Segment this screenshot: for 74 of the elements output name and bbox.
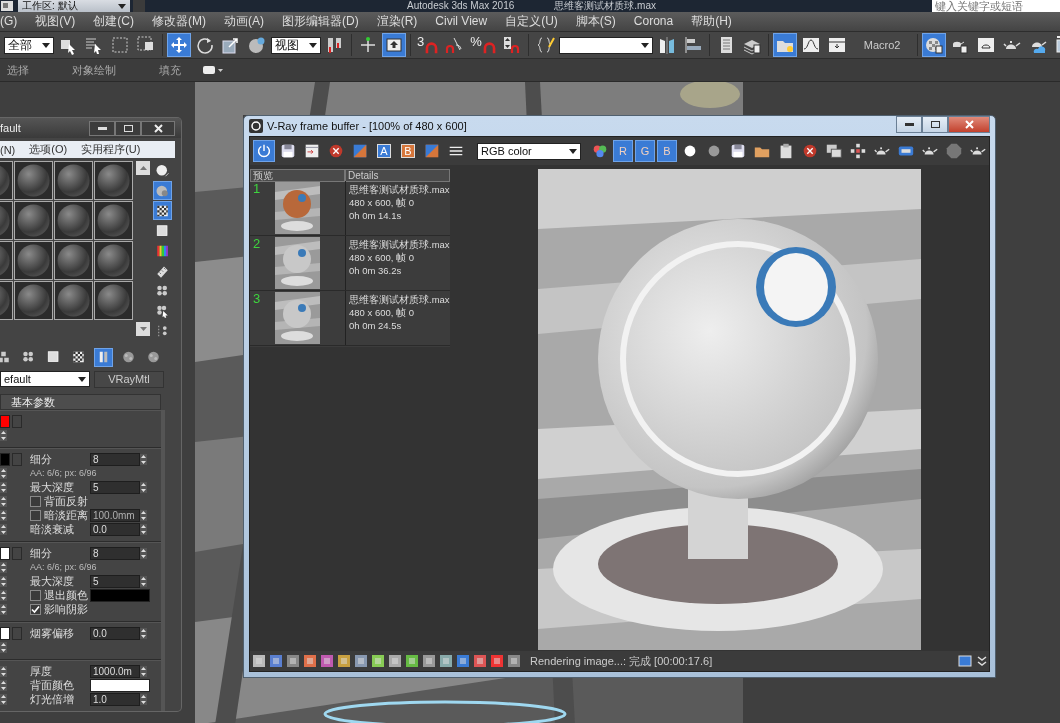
status-text: Rendering image...: 完成 [00:00:17.6] [530,653,714,669]
file-name: 思维客测试材质球.max [554,0,656,12]
column-header[interactable]: Details [345,169,450,182]
param-label: 细分 [30,545,53,561]
param-label: 影响阴影 [44,601,88,617]
material-name-field[interactable]: efault [0,371,90,387]
param-label: 厚度 [30,663,53,679]
ribbon-tab[interactable]: 选择 [0,59,51,81]
file-name: 思维客测试材质球.max [349,184,450,196]
file-name: 思维客测试材质球.max [349,294,450,306]
number-field[interactable]: 1.0 [90,692,140,706]
render-time: 0h 0m 36.2s [349,265,403,277]
param-label: 细分 [30,451,53,467]
menu-item[interactable]: 脚本(S) [566,12,625,31]
menu-item[interactable]: Corona [624,12,683,31]
ribbon-tab[interactable]: 填充 [152,59,203,81]
menu-item[interactable]: Civil View [426,12,497,31]
image-size: 480 x 600, 帧 0 [349,307,415,319]
dropdown[interactable]: 全部 [4,36,54,54]
number-field[interactable]: 8 [90,452,140,466]
number-field[interactable]: 1000.0m [90,664,140,678]
menu-item[interactable]: 选项(O) [23,142,76,157]
text-button[interactable]: Macro2 [850,33,914,57]
channel-dropdown[interactable]: RGB color [477,142,581,160]
toolbar-button[interactable]: % [468,33,498,57]
dropdown[interactable]: 视图 [271,36,321,54]
file-name: 思维客测试材质球.max [349,239,450,251]
render-time: 0h 0m 24.5s [349,320,403,332]
search-field[interactable]: 键入关键字或短语 [932,0,1060,12]
info-text: AA: 6/6; px: 6/96 [30,468,98,478]
image-size: 480 x 600, 帧 0 [349,197,415,209]
window-title: Autodesk 3ds Max 2016 [407,0,515,12]
window-title: V-Ray frame buffer - [100% of 480 x 600] [267,120,468,132]
menu-item[interactable]: 渲染(R) [367,12,427,31]
window-title: fault [0,122,22,134]
row-number: 3 [252,291,262,308]
param-label: 最大深度 [30,479,75,495]
param-label: 最大深度 [30,573,75,589]
param-label: 背面反射 [44,493,88,509]
number-field[interactable]: 5 [90,480,140,494]
menu-item[interactable]: 帮助(H) [682,12,741,31]
info-text: AA: 6/6; px: 6/96 [30,562,98,572]
menu-item[interactable]: (N) [0,143,24,156]
param-label: 烟雾偏移 [30,625,75,641]
column-header[interactable]: 预览 [250,169,345,182]
param-label: 背面颜色 [30,677,75,693]
row-number: 2 [252,236,262,253]
param-label: 退出颜色 [44,587,88,603]
workspace-dropdown[interactable]: 工作区: 默认 [18,0,130,12]
menu-item[interactable]: 修改器(M) [143,12,215,31]
rollout-header[interactable]: 基本参数 [0,394,161,410]
material-type-button[interactable]: VRayMtl [94,370,164,388]
ribbon-tab[interactable]: 对象绘制 [65,59,138,81]
number-field[interactable]: 0.0 [90,626,140,640]
menu-item[interactable]: 动画(A) [215,12,273,31]
text-button[interactable]: A [377,144,391,158]
menu-item[interactable]: (G) [0,12,27,31]
image-size: 480 x 600, 帧 0 [349,252,415,264]
menu-item[interactable]: 自定义(U) [496,12,567,31]
param-label: 暗淡衰减 [30,521,75,537]
menu-item[interactable]: 视图(V) [26,12,85,31]
number-field[interactable]: 8 [90,546,140,560]
text-button[interactable]: B [401,144,415,158]
number-field[interactable]: 0.0 [90,522,140,536]
menu-item[interactable]: 创建(C) [84,12,143,31]
param-label: 灯光倍增 [30,691,75,707]
menu-item[interactable]: 实用程序(U) [75,142,149,157]
number-field[interactable]: 5 [90,574,140,588]
toolbar-button[interactable]: 3 [415,33,441,57]
render-time: 0h 0m 14.1s [349,210,403,222]
menu-item[interactable]: 图形编辑器(D) [273,12,368,31]
number-field[interactable]: 100.0mm [90,508,140,522]
param-label: 暗淡距离 [44,507,88,523]
row-number: 1 [252,181,262,198]
